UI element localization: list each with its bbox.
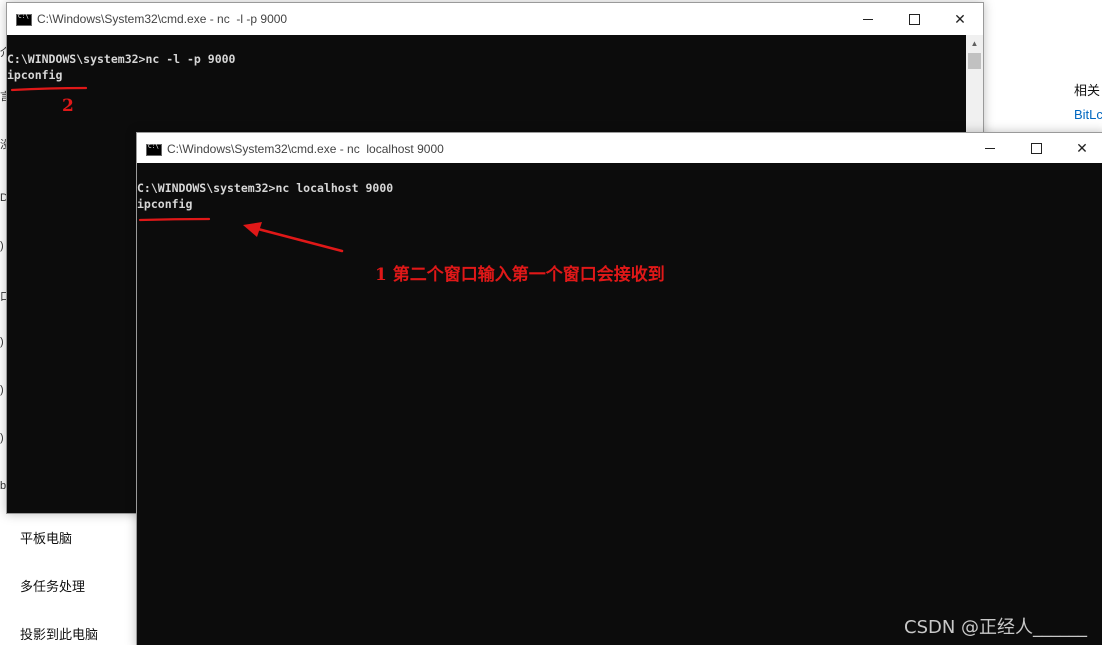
csdn-watermark: CSDN @正经人______	[904, 617, 1088, 638]
arrow-shaft	[256, 227, 344, 253]
desktop: 介 言 没 D ) 口 ) ) ) b 平板电脑 多任务处理 投影到此电脑 相关…	[0, 0, 1102, 645]
annotation-step-1: 1 第二个窗口输入第一个窗口会接收到	[375, 265, 665, 285]
annotation-layer	[10, 86, 344, 253]
underline-mark	[138, 217, 211, 222]
arrow-head-icon	[243, 222, 262, 237]
underline-mark	[10, 86, 88, 92]
annotation-step-2: 2	[62, 96, 74, 116]
